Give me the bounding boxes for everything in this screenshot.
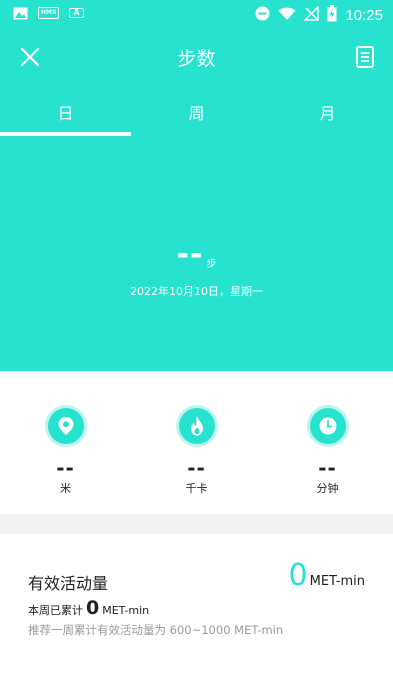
stat-duration: -- 分钟 xyxy=(262,371,393,514)
weekly-unit: MET-min xyxy=(102,604,150,617)
activity-hint: 推荐一周累计有效活动量为 600~1000 MET-min xyxy=(28,623,284,637)
record-button[interactable] xyxy=(351,43,379,71)
status-bar-right: 10:25 xyxy=(255,5,383,26)
duration-value: -- xyxy=(318,456,337,480)
no-signal-icon xyxy=(303,5,320,25)
tab-week[interactable]: 周 xyxy=(131,92,262,136)
dnd-icon xyxy=(255,6,270,25)
image-icon xyxy=(12,6,28,20)
step-summary: -- 步 xyxy=(0,237,393,272)
clock-icon xyxy=(309,408,346,444)
weekly-prefix: 本周已累计 xyxy=(28,604,83,617)
flame-icon xyxy=(178,408,215,444)
step-value: -- xyxy=(176,237,204,272)
activity-value: 0 xyxy=(288,558,308,593)
status-bar: HMS A 10:25 xyxy=(0,0,393,28)
status-time: 10:25 xyxy=(345,7,383,24)
activity-title: 有效活动量 xyxy=(28,574,109,593)
document-icon xyxy=(356,46,374,68)
toolbar: 步数 xyxy=(0,34,393,80)
page-title: 步数 xyxy=(177,48,216,70)
distance-label: 米 xyxy=(60,482,71,495)
stat-calories: -- 千卡 xyxy=(131,371,262,514)
a-tag-icon: A xyxy=(69,8,84,18)
hms-tag-icon: HMS xyxy=(38,7,60,19)
period-tabs: 日 周 月 xyxy=(0,92,393,136)
tab-day[interactable]: 日 xyxy=(0,92,131,136)
duration-label: 分钟 xyxy=(316,482,339,495)
location-pin-icon xyxy=(47,408,84,444)
stat-distance: -- 米 xyxy=(0,371,131,514)
tab-month[interactable]: 月 xyxy=(262,92,393,136)
wifi-icon xyxy=(278,6,296,25)
distance-value: -- xyxy=(56,456,75,480)
calories-label: 千卡 xyxy=(185,482,208,495)
status-bar-left: HMS A xyxy=(12,6,84,20)
battery-charging-icon xyxy=(327,5,337,26)
step-unit: 步 xyxy=(206,259,217,270)
stats-row: -- 米 -- 千卡 -- 分钟 xyxy=(0,371,393,514)
weekly-total: 本周已累计 0 MET-min xyxy=(28,597,149,619)
weekly-value: 0 xyxy=(86,597,100,619)
section-divider xyxy=(0,514,393,534)
activity-card[interactable]: 有效活动量 0 MET-min 本周已累计 0 MET-min 推荐一周累计有效… xyxy=(0,534,393,700)
activity-unit: MET-min xyxy=(309,574,365,589)
activity-total: 0 MET-min xyxy=(289,561,365,591)
calories-value: -- xyxy=(187,456,206,480)
date-label: 2022年10月10日，星期一 xyxy=(130,285,263,298)
